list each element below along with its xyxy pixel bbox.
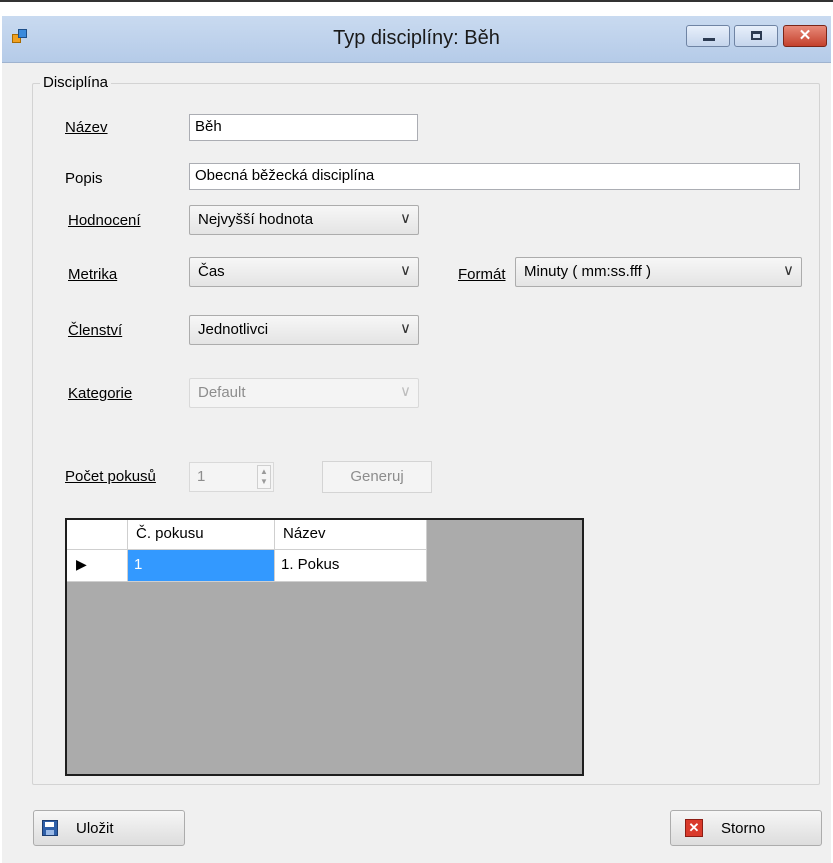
save-icon — [42, 820, 58, 836]
close-button[interactable]: ✕ — [783, 25, 827, 47]
kategorie-value: Default — [198, 384, 246, 401]
hodnoceni-value: Nejvyšší hodnota — [198, 211, 314, 228]
cancel-button[interactable]: ✕ Storno — [670, 810, 822, 846]
clenstvi-value: Jednotlivci — [198, 321, 269, 338]
metrika-label[interactable]: Metrika — [68, 266, 117, 283]
grid-cell-nazev[interactable]: 1. Pokus — [275, 550, 427, 582]
clenstvi-select[interactable]: Jednotlivci ∨ — [189, 315, 419, 345]
grid-row-header[interactable]: ▶ — [67, 550, 128, 582]
spinner-buttons: ▲ ▼ — [257, 465, 271, 489]
current-row-arrow-icon: ▶ — [76, 556, 87, 572]
format-label[interactable]: Formát — [458, 266, 506, 283]
minimize-button[interactable] — [686, 25, 730, 47]
maximize-button[interactable] — [734, 25, 778, 47]
chevron-down-icon: ∨ — [783, 262, 794, 279]
format-value: Minuty ( mm:ss.fff ) — [524, 263, 651, 280]
pocet-pokusu-label[interactable]: Počet pokusů — [65, 468, 156, 485]
chevron-down-icon: ∨ — [400, 320, 411, 337]
grid-column-header[interactable]: Název — [275, 520, 427, 550]
chevron-down-icon: ∨ — [400, 383, 411, 400]
clenstvi-label[interactable]: Členství — [68, 322, 122, 339]
metrika-select[interactable]: Čas ∨ — [189, 257, 419, 287]
groupbox-label: Disciplína — [40, 74, 112, 91]
format-select[interactable]: Minuty ( mm:ss.fff ) ∨ — [515, 257, 802, 287]
hodnoceni-select[interactable]: Nejvyšší hodnota ∨ — [189, 205, 419, 235]
spinner-up-icon: ▲ — [260, 467, 268, 476]
pocet-pokusu-value: 1 — [197, 468, 206, 485]
nazev-input[interactable]: Běh — [189, 114, 418, 141]
kategorie-select: Default ∨ — [189, 378, 419, 408]
title-bar[interactable]: Typ disciplíny: Běh ✕ — [2, 16, 831, 63]
nazev-label[interactable]: Název — [65, 119, 108, 136]
save-button-label: Uložit — [76, 820, 114, 837]
grid-corner-header[interactable] — [67, 520, 128, 550]
kategorie-label[interactable]: Kategorie — [68, 385, 132, 402]
close-icon: ✕ — [798, 27, 812, 44]
maximize-icon — [751, 31, 762, 40]
spinner-down-icon: ▼ — [260, 477, 268, 486]
cancel-icon: ✕ — [685, 819, 703, 837]
popis-label: Popis — [65, 170, 103, 187]
metrika-value: Čas — [198, 263, 225, 280]
generuj-button: Generuj — [322, 461, 432, 493]
grid-cell-pokus[interactable]: 1 — [128, 550, 275, 582]
cancel-button-label: Storno — [721, 820, 766, 837]
window: Typ disciplíny: Běh ✕ Disciplína Název B… — [0, 0, 833, 863]
pocet-pokusu-stepper: 1 ▲ ▼ — [189, 462, 274, 492]
chevron-down-icon: ∨ — [400, 262, 411, 279]
save-button[interactable]: Uložit — [33, 810, 185, 846]
grid-column-header[interactable]: Č. pokusu — [128, 520, 275, 550]
minimize-icon — [703, 38, 715, 41]
hodnoceni-label[interactable]: Hodnocení — [68, 212, 141, 229]
chevron-down-icon: ∨ — [400, 210, 411, 227]
popis-input[interactable]: Obecná běžecká disciplína — [189, 163, 800, 190]
attempts-grid[interactable]: Č. pokusu Název ▶ 1 1. Pokus — [65, 518, 584, 776]
